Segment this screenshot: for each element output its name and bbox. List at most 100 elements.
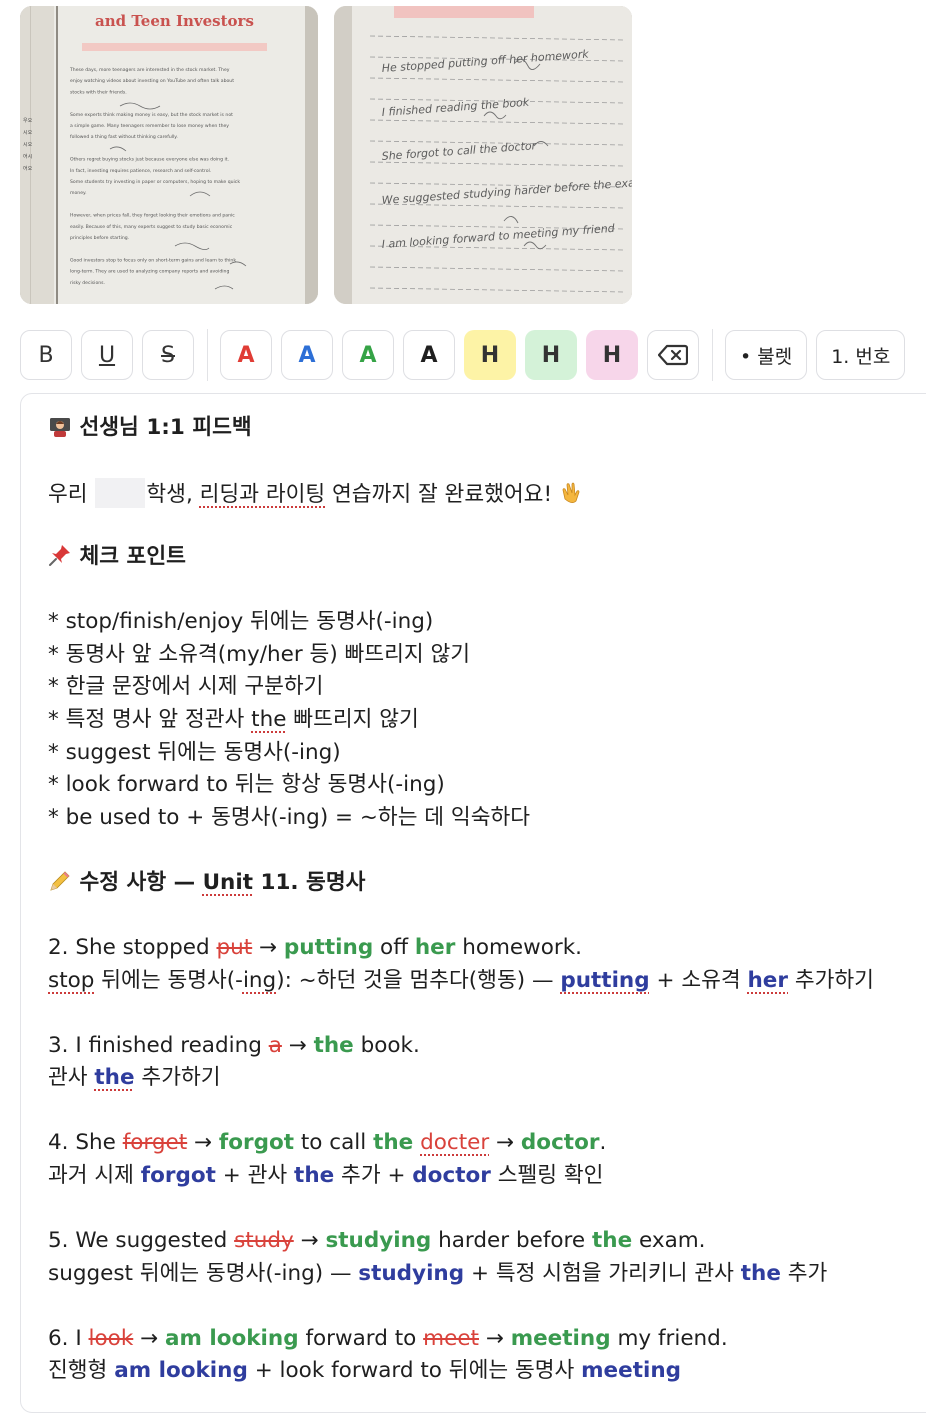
pencil-icon bbox=[50, 871, 70, 891]
deleted-word: docter bbox=[420, 1130, 490, 1155]
text-color-blue-button[interactable]: A bbox=[281, 330, 333, 380]
color-black-label: A bbox=[420, 342, 438, 368]
corrected-word: her bbox=[414, 935, 456, 960]
highlight-word: the bbox=[94, 1065, 135, 1090]
text: 관사 bbox=[48, 1065, 95, 1090]
highlight-word: meeting bbox=[581, 1358, 682, 1383]
dotted-word: ing bbox=[242, 968, 277, 993]
text: + 관사 bbox=[215, 1163, 295, 1188]
teacher-icon bbox=[50, 418, 70, 437]
deleted-word: forget bbox=[122, 1130, 188, 1155]
arrow: → bbox=[281, 1033, 314, 1058]
check-point-item: * 한글 문장에서 시제 구분하기 bbox=[48, 674, 324, 699]
check-points-title-text: 체크 포인트 bbox=[79, 544, 186, 569]
deleted-word: put bbox=[216, 935, 253, 960]
worksheet-line: In fact, investing requires patience, re… bbox=[70, 168, 211, 174]
color-blue-label: A bbox=[298, 342, 316, 368]
handwriting-page-graphic: He stopped putting off her homeworkI fin… bbox=[334, 6, 632, 304]
worksheet-line: money. bbox=[70, 191, 87, 196]
clear-format-button[interactable] bbox=[647, 330, 699, 380]
text: homework. bbox=[455, 935, 583, 960]
arrow: → bbox=[293, 1228, 326, 1253]
corrected-word: the bbox=[313, 1033, 354, 1058]
feedback-title-text: 선생님 1:1 피드백 bbox=[79, 415, 252, 440]
worksheet-line: easily. Because of this, many experts su… bbox=[70, 224, 233, 230]
deleted-word: study bbox=[234, 1228, 294, 1253]
text: ): ~하던 것을 멈추다(행동) — bbox=[276, 968, 561, 993]
worksheet-line: followed a thing fast without thinking c… bbox=[70, 134, 178, 140]
handwriting-photo[interactable]: He stopped putting off her homework I fin… bbox=[334, 6, 632, 304]
text-color-green-button[interactable]: A bbox=[342, 330, 394, 380]
pushpin-icon bbox=[49, 545, 70, 566]
text: 스펠링 확인 bbox=[490, 1163, 604, 1188]
text: 과거 시제 bbox=[48, 1163, 141, 1188]
svg-text:어오: 어오 bbox=[23, 165, 33, 172]
dotted-word: stop bbox=[48, 968, 95, 993]
corrections-title-dotted: Unit bbox=[202, 870, 253, 895]
arrow: → bbox=[489, 1130, 521, 1155]
highlight-word: the bbox=[740, 1261, 781, 1286]
color-green-label: A bbox=[359, 342, 377, 368]
text: forward to bbox=[298, 1326, 424, 1351]
worksheet-photo[interactable]: and Teen Investors These days, more teen… bbox=[20, 6, 318, 304]
toolbar-divider bbox=[712, 329, 713, 381]
highlight-word: forgot bbox=[140, 1163, 216, 1188]
check-point-item: * 동명사 앞 소유격(my/her 등) 빠뜨리지 않기 bbox=[48, 642, 471, 667]
text: 추가 bbox=[780, 1261, 828, 1286]
corrections-title-pre: 수정 사항 — bbox=[79, 870, 203, 895]
text: 6. I bbox=[48, 1326, 89, 1351]
greeting-line: 우리 학생, 리딩과 라이팅 연습까지 잘 완료했어요! bbox=[48, 478, 583, 510]
text: book. bbox=[353, 1033, 420, 1058]
text: 추가하기 bbox=[134, 1065, 221, 1090]
numbered-list-button[interactable]: 1. 번호 bbox=[816, 330, 906, 380]
feedback-editor[interactable]: 선생님 1:1 피드백 우리 학생, 리딩과 라이팅 연습까지 잘 완료했어요!… bbox=[20, 393, 926, 1413]
svg-text:시오: 시오 bbox=[23, 130, 33, 136]
check-point-4-pre: * 특정 명사 앞 정관사 bbox=[48, 707, 252, 732]
worksheet-line: stocks with their friends. bbox=[70, 89, 127, 95]
greeting-dotted: 리딩과 라이팅 bbox=[199, 482, 326, 507]
worksheet-line: risky decisions. bbox=[70, 280, 105, 286]
highlight-pink-button[interactable]: H bbox=[586, 330, 638, 380]
worksheet-line: Some experts think making money is easy,… bbox=[70, 112, 233, 118]
highlight-green-button[interactable]: H bbox=[525, 330, 577, 380]
arrow: → bbox=[479, 1326, 511, 1351]
text-color-red-button[interactable]: A bbox=[220, 330, 272, 380]
text: 5. We suggested bbox=[48, 1228, 235, 1253]
worksheet-line: Some students try investing in paper or … bbox=[70, 179, 240, 185]
text: 진행형 bbox=[48, 1358, 115, 1383]
highlight-word: am looking bbox=[114, 1358, 248, 1383]
check-point-item: * look forward to 뒤는 항상 동명사(-ing) bbox=[48, 772, 445, 797]
underline-button[interactable]: U bbox=[81, 330, 133, 380]
highlight-yellow-button[interactable]: H bbox=[464, 330, 516, 380]
arrow: → bbox=[187, 1130, 219, 1155]
bullet-list-label: • 불렛 bbox=[740, 345, 793, 368]
worksheet-line: Others regret buying stocks just because… bbox=[70, 157, 229, 163]
correction-note-6: 진행형 am looking + look forward to 뒤에는 동명사… bbox=[48, 1356, 681, 1386]
worksheet-line: However, when prices fall, they forget l… bbox=[70, 213, 235, 219]
text: suggest 뒤에는 동명사(-ing) — bbox=[48, 1261, 359, 1286]
corrected-word: am looking bbox=[164, 1326, 299, 1351]
bold-button[interactable]: B bbox=[20, 330, 72, 380]
arrow: → bbox=[133, 1326, 165, 1351]
svg-text:우오: 우오 bbox=[23, 118, 33, 124]
attachment-thumbnails: and Teen Investors These days, more teen… bbox=[20, 6, 632, 304]
text: 3. I finished reading bbox=[48, 1033, 269, 1058]
correction-note-5: suggest 뒤에는 동명사(-ing) — studying + 특정 시험… bbox=[48, 1259, 827, 1289]
strikethrough-button[interactable]: S bbox=[142, 330, 194, 380]
highlight-word: doctor bbox=[412, 1163, 491, 1188]
highlight-word: the bbox=[294, 1163, 335, 1188]
bullet-list-button[interactable]: • 불렛 bbox=[725, 330, 808, 380]
corrections-title: 수정 사항 — Unit 11. 동명사 bbox=[48, 868, 365, 898]
underline-label: U bbox=[98, 342, 116, 368]
text: off bbox=[373, 935, 415, 960]
strike-label: S bbox=[161, 342, 175, 368]
correction-note-3: 관사 the 추가하기 bbox=[48, 1063, 221, 1093]
worksheet-line: These days, more teenagers are intereste… bbox=[69, 67, 230, 73]
text: . bbox=[599, 1130, 607, 1155]
clapping-hands-icon bbox=[562, 482, 580, 503]
highlight-word: putting bbox=[560, 968, 650, 993]
correction-sentence-4: 4. She forget → forgot to call the docte… bbox=[48, 1128, 606, 1158]
toolbar-divider bbox=[207, 329, 208, 381]
text-color-black-button[interactable]: A bbox=[403, 330, 455, 380]
worksheet-line: Good investors stop to focus only on sho… bbox=[70, 257, 236, 263]
